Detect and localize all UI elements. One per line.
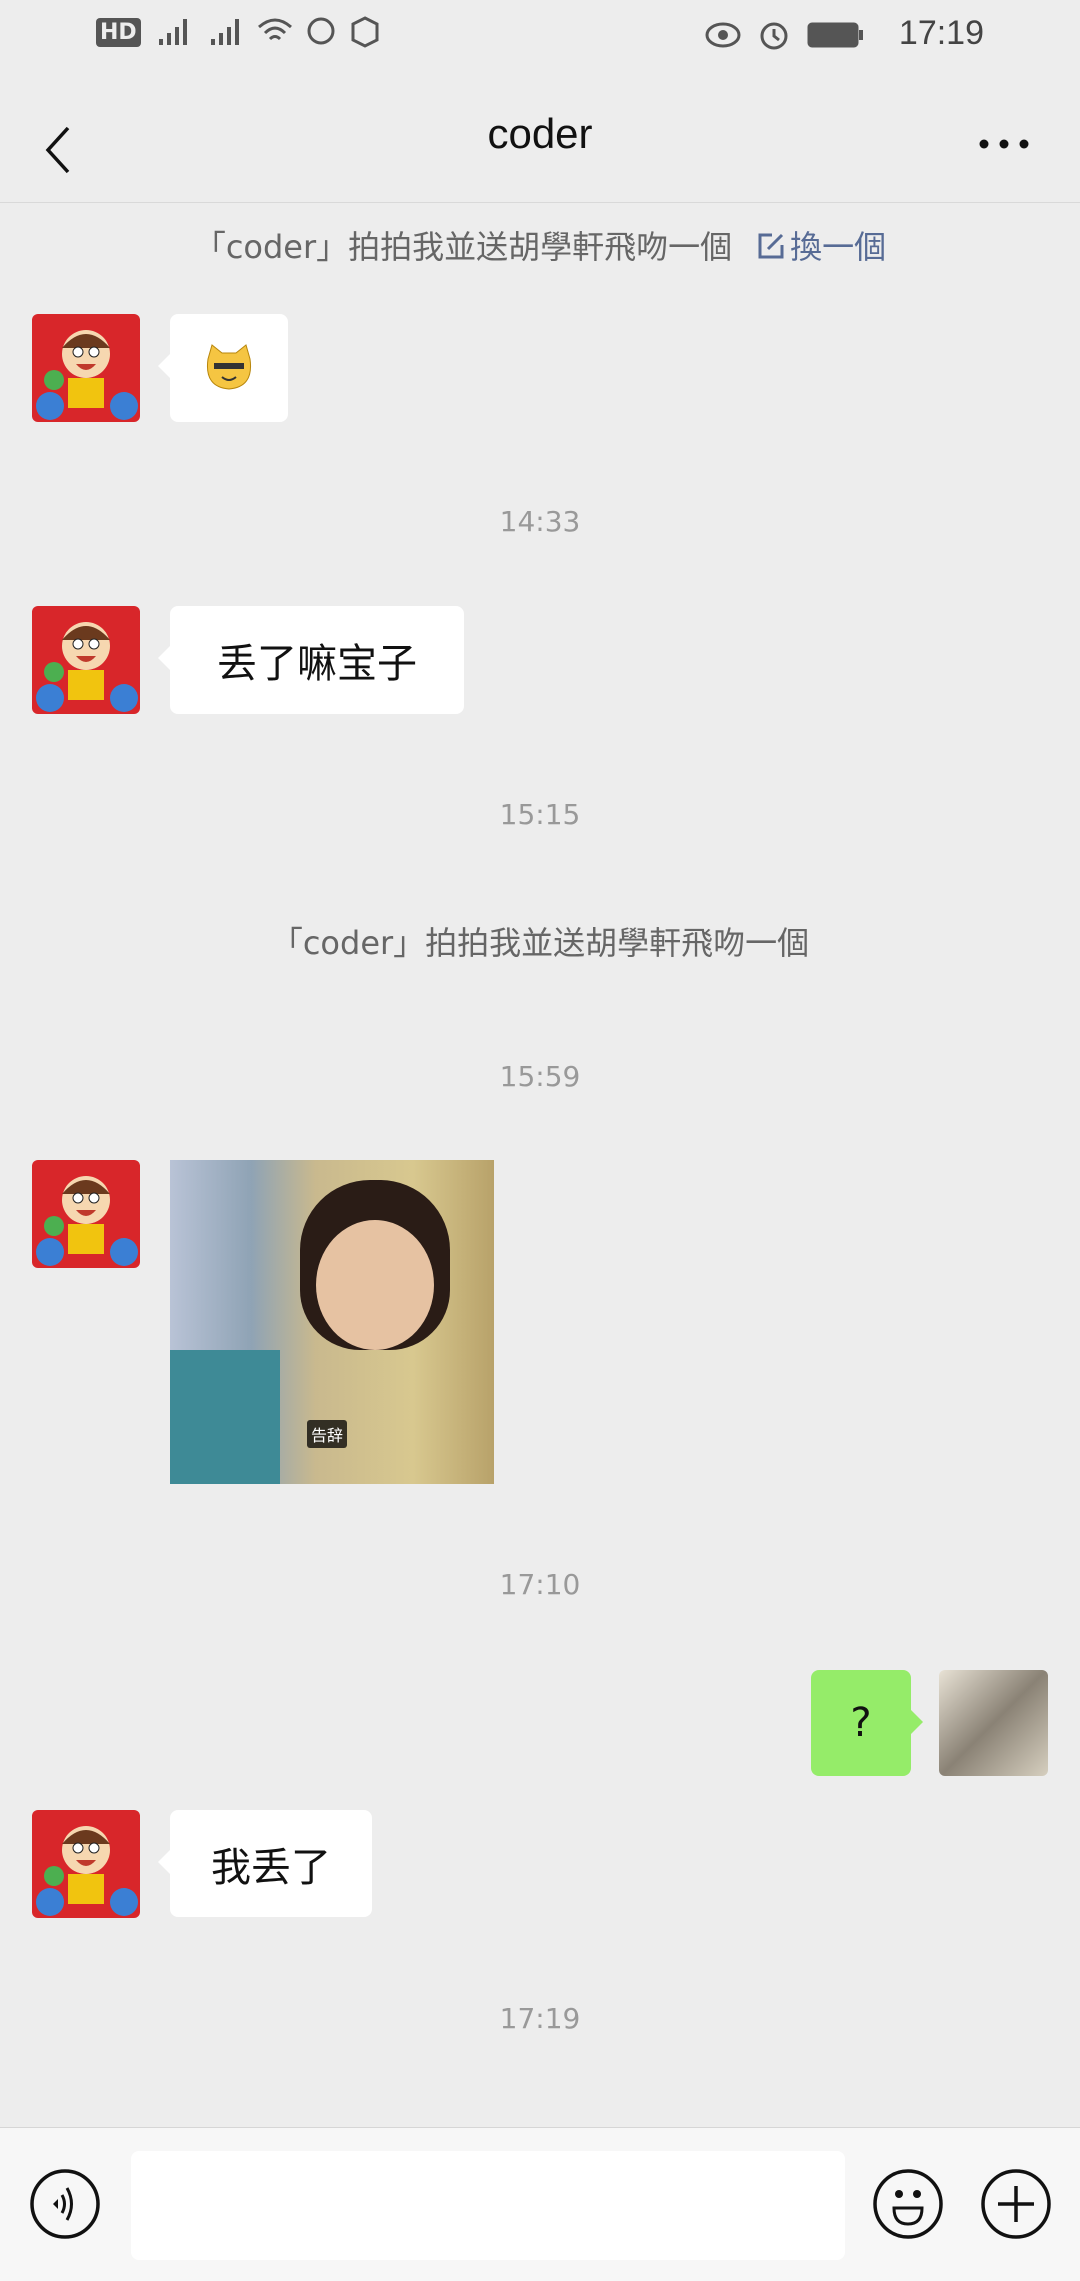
message-text: ? [850,1700,872,1746]
pat-notice: 「coder」拍拍我並送胡學軒飛吻一個 換一個 [0,222,1080,268]
whatsapp-icon [307,17,335,45]
hd-icon: HD [96,17,141,47]
emoji-button[interactable] [872,2168,944,2240]
contact-avatar[interactable] [32,1810,140,1918]
eye-icon [705,22,741,48]
avatar-image [36,1826,138,1916]
input-bar [0,2127,1080,2281]
image-face [316,1220,434,1350]
message-text: 我丢了 [211,1844,331,1891]
timestamp: 15:59 [499,1060,581,1093]
timestamp: 17:19 [499,2002,581,2035]
change-pat-label: 換一個 [790,228,887,266]
image-caption: 告辞 [307,1420,348,1448]
plus-button[interactable] [980,2168,1052,2240]
timestamp: 14:33 [499,505,581,538]
cat-sticker-icon [206,344,252,390]
contact-avatar[interactable] [32,314,140,422]
hand-icon [351,16,379,48]
contact-avatar[interactable] [32,606,140,714]
message-input[interactable] [131,2151,845,2260]
alarm-icon [760,22,788,50]
chat-title: coder [487,110,593,157]
status-bar: HD 17:19 [0,0,1080,100]
message-text: 丢了嘛宝子 [217,641,417,687]
message-bubble[interactable]: 我丢了 [158,1810,372,1917]
message-bubble[interactable]: 丢了嘛宝子 [158,606,464,714]
nav-bar: coder [0,100,1080,203]
avatar-image [36,1176,138,1266]
contact-avatar[interactable] [32,1160,140,1268]
more-button[interactable] [976,134,1032,154]
voice-button[interactable] [29,2168,101,2240]
avatar-image [36,622,138,712]
signal-4g-icon [158,19,187,45]
my-message-bubble[interactable]: ? [811,1670,923,1776]
timestamp: 15:15 [499,798,581,831]
my-avatar[interactable] [939,1670,1048,1776]
pat-text: 「coder」拍拍我並送胡學軒飛吻一個 [193,228,733,266]
pat-notice: 「coder」拍拍我並送胡學軒飛吻一個 [270,924,810,962]
avatar-image [36,330,138,420]
edit-icon [758,233,784,259]
status-time: 17:19 [898,14,984,52]
image-message[interactable]: 告辞 [170,1160,494,1484]
image-shelf [170,1350,280,1484]
status-right-icons [705,18,865,52]
message-bubble-sticker[interactable] [158,314,288,422]
wifi-icon [257,18,292,41]
status-left-icons: HD [96,16,381,48]
timestamp: 17:10 [499,1568,581,1601]
battery-icon [807,22,863,48]
signal-5g-icon [210,19,239,45]
change-pat-link[interactable]: 換一個 [756,228,886,266]
